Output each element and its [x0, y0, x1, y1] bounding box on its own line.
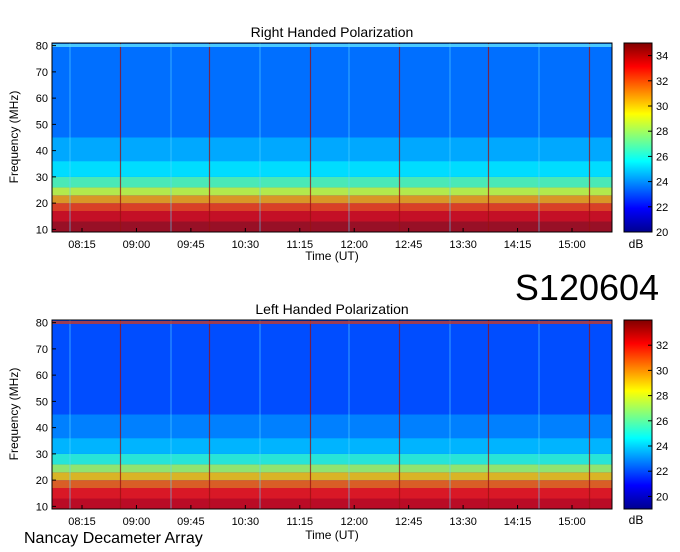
panel-right-handed: Right Handed Polarization 10 20 30 40 50 60 70…	[7, 24, 668, 263]
spectrogram-band	[52, 414, 612, 439]
top-edge-band	[52, 321, 612, 324]
x-tick-label: 09:45	[177, 516, 205, 528]
x-tick-label: 10:30	[232, 239, 260, 251]
y-tick-label: 80	[36, 41, 48, 53]
panel-left-handed: Left Handed Polarization 10 20 30 40 50 60 70 8…	[7, 301, 668, 542]
colorbar-tick-label: 28	[656, 126, 668, 138]
x-tick-label: 12:45	[395, 239, 423, 251]
y-tick-label: 20	[36, 198, 48, 210]
colorbar-unit-top: dB	[629, 237, 644, 251]
x-tick-label: 13:30	[449, 239, 477, 251]
x-tick-label: 12:45	[395, 516, 423, 528]
y-tick-label: 80	[36, 318, 48, 330]
top-edge-band	[52, 44, 612, 47]
colorbar-bottom	[623, 319, 653, 510]
y-axis-label-bottom: Frequency (MHz)	[7, 368, 21, 461]
colorbar-tick-label: 26	[656, 416, 668, 428]
y-tick-label: 60	[36, 93, 48, 105]
colorbar-unit-bottom: dB	[629, 513, 644, 527]
y-tick-label: 40	[36, 423, 48, 435]
x-tick-label: 09:45	[177, 239, 205, 251]
spectrogram-band	[52, 438, 612, 454]
spectrogram-band	[52, 453, 612, 465]
colorbar-top	[623, 42, 653, 233]
colorbar-tick-label: 28	[656, 391, 668, 403]
x-tick-label: 13:30	[449, 516, 477, 528]
y-tick-label: 30	[36, 172, 48, 184]
x-tick-label: 14:15	[504, 516, 532, 528]
y-tick-label: 60	[36, 370, 48, 382]
spectrogram-band	[52, 137, 612, 162]
spectrogram-band	[52, 203, 612, 211]
spectrogram-band	[52, 472, 612, 481]
chart-title-top: Right Handed Polarization	[251, 24, 414, 40]
spectrogram-band	[52, 464, 612, 473]
colorbar-tick-label: 30	[656, 365, 668, 377]
y-tick-label: 20	[36, 475, 48, 487]
colorbar-tick-label: 32	[656, 76, 668, 88]
x-tick-label: 12:00	[340, 516, 368, 528]
x-tick-label: 14:15	[504, 239, 532, 251]
colorbar-tick-label: 30	[656, 101, 668, 113]
x-tick-label: 15:00	[558, 516, 586, 528]
x-tick-label: 08:15	[68, 516, 96, 528]
y-tick-label: 10	[36, 501, 48, 513]
y-tick-label: 10	[36, 224, 48, 236]
chart-title-bottom: Left Handed Polarization	[255, 301, 408, 317]
x-tick-label: 09:00	[123, 239, 151, 251]
colorbar-tick-label: 24	[656, 441, 668, 453]
colorbar-tick-label: 20	[656, 227, 668, 239]
y-tick-label: 70	[36, 67, 48, 79]
spectrogram-band	[52, 480, 612, 488]
spectrogram-features-top	[52, 43, 612, 232]
figure: Right Handed Polarization 10 20 30 40 50 60 70…	[7, 24, 668, 547]
x-tick-label: 08:15	[68, 239, 96, 251]
x-tick-label: 11:15	[286, 516, 313, 528]
colorbar-tick-label: 26	[656, 151, 668, 163]
spectrogram-band	[52, 195, 612, 204]
x-tick-label: 15:00	[558, 239, 586, 251]
colorbar-tick-label: 22	[656, 202, 668, 214]
colorbar-tick-label: 34	[656, 51, 668, 63]
y-tick-label: 30	[36, 449, 48, 461]
y-tick-label: 70	[36, 344, 48, 356]
x-tick-label: 10:30	[232, 516, 260, 528]
session-code: S120604	[515, 267, 659, 308]
colorbar-tick-label: 32	[656, 340, 668, 352]
y-axis-label-top: Frequency (MHz)	[7, 91, 21, 184]
x-axis-label-bottom: Time (UT)	[305, 528, 359, 542]
y-tick-label: 50	[36, 396, 48, 408]
spectrogram-band	[52, 161, 612, 177]
x-axis-label-top: Time (UT)	[305, 249, 359, 263]
spectrogram-band	[52, 187, 612, 196]
y-tick-label: 40	[36, 146, 48, 158]
x-tick-label: 09:00	[123, 516, 151, 528]
spectrogram-band	[52, 176, 612, 188]
y-tick-label: 50	[36, 119, 48, 131]
colorbar-tick-label: 20	[656, 491, 668, 503]
spectrogram-band	[52, 488, 612, 499]
colorbar-tick-label: 22	[656, 466, 668, 478]
instrument-name: Nancay Decameter Array	[24, 530, 203, 547]
spectrogram-band	[52, 211, 612, 222]
spectrogram-features-bottom	[52, 320, 612, 509]
colorbar-tick-label: 24	[656, 177, 668, 189]
